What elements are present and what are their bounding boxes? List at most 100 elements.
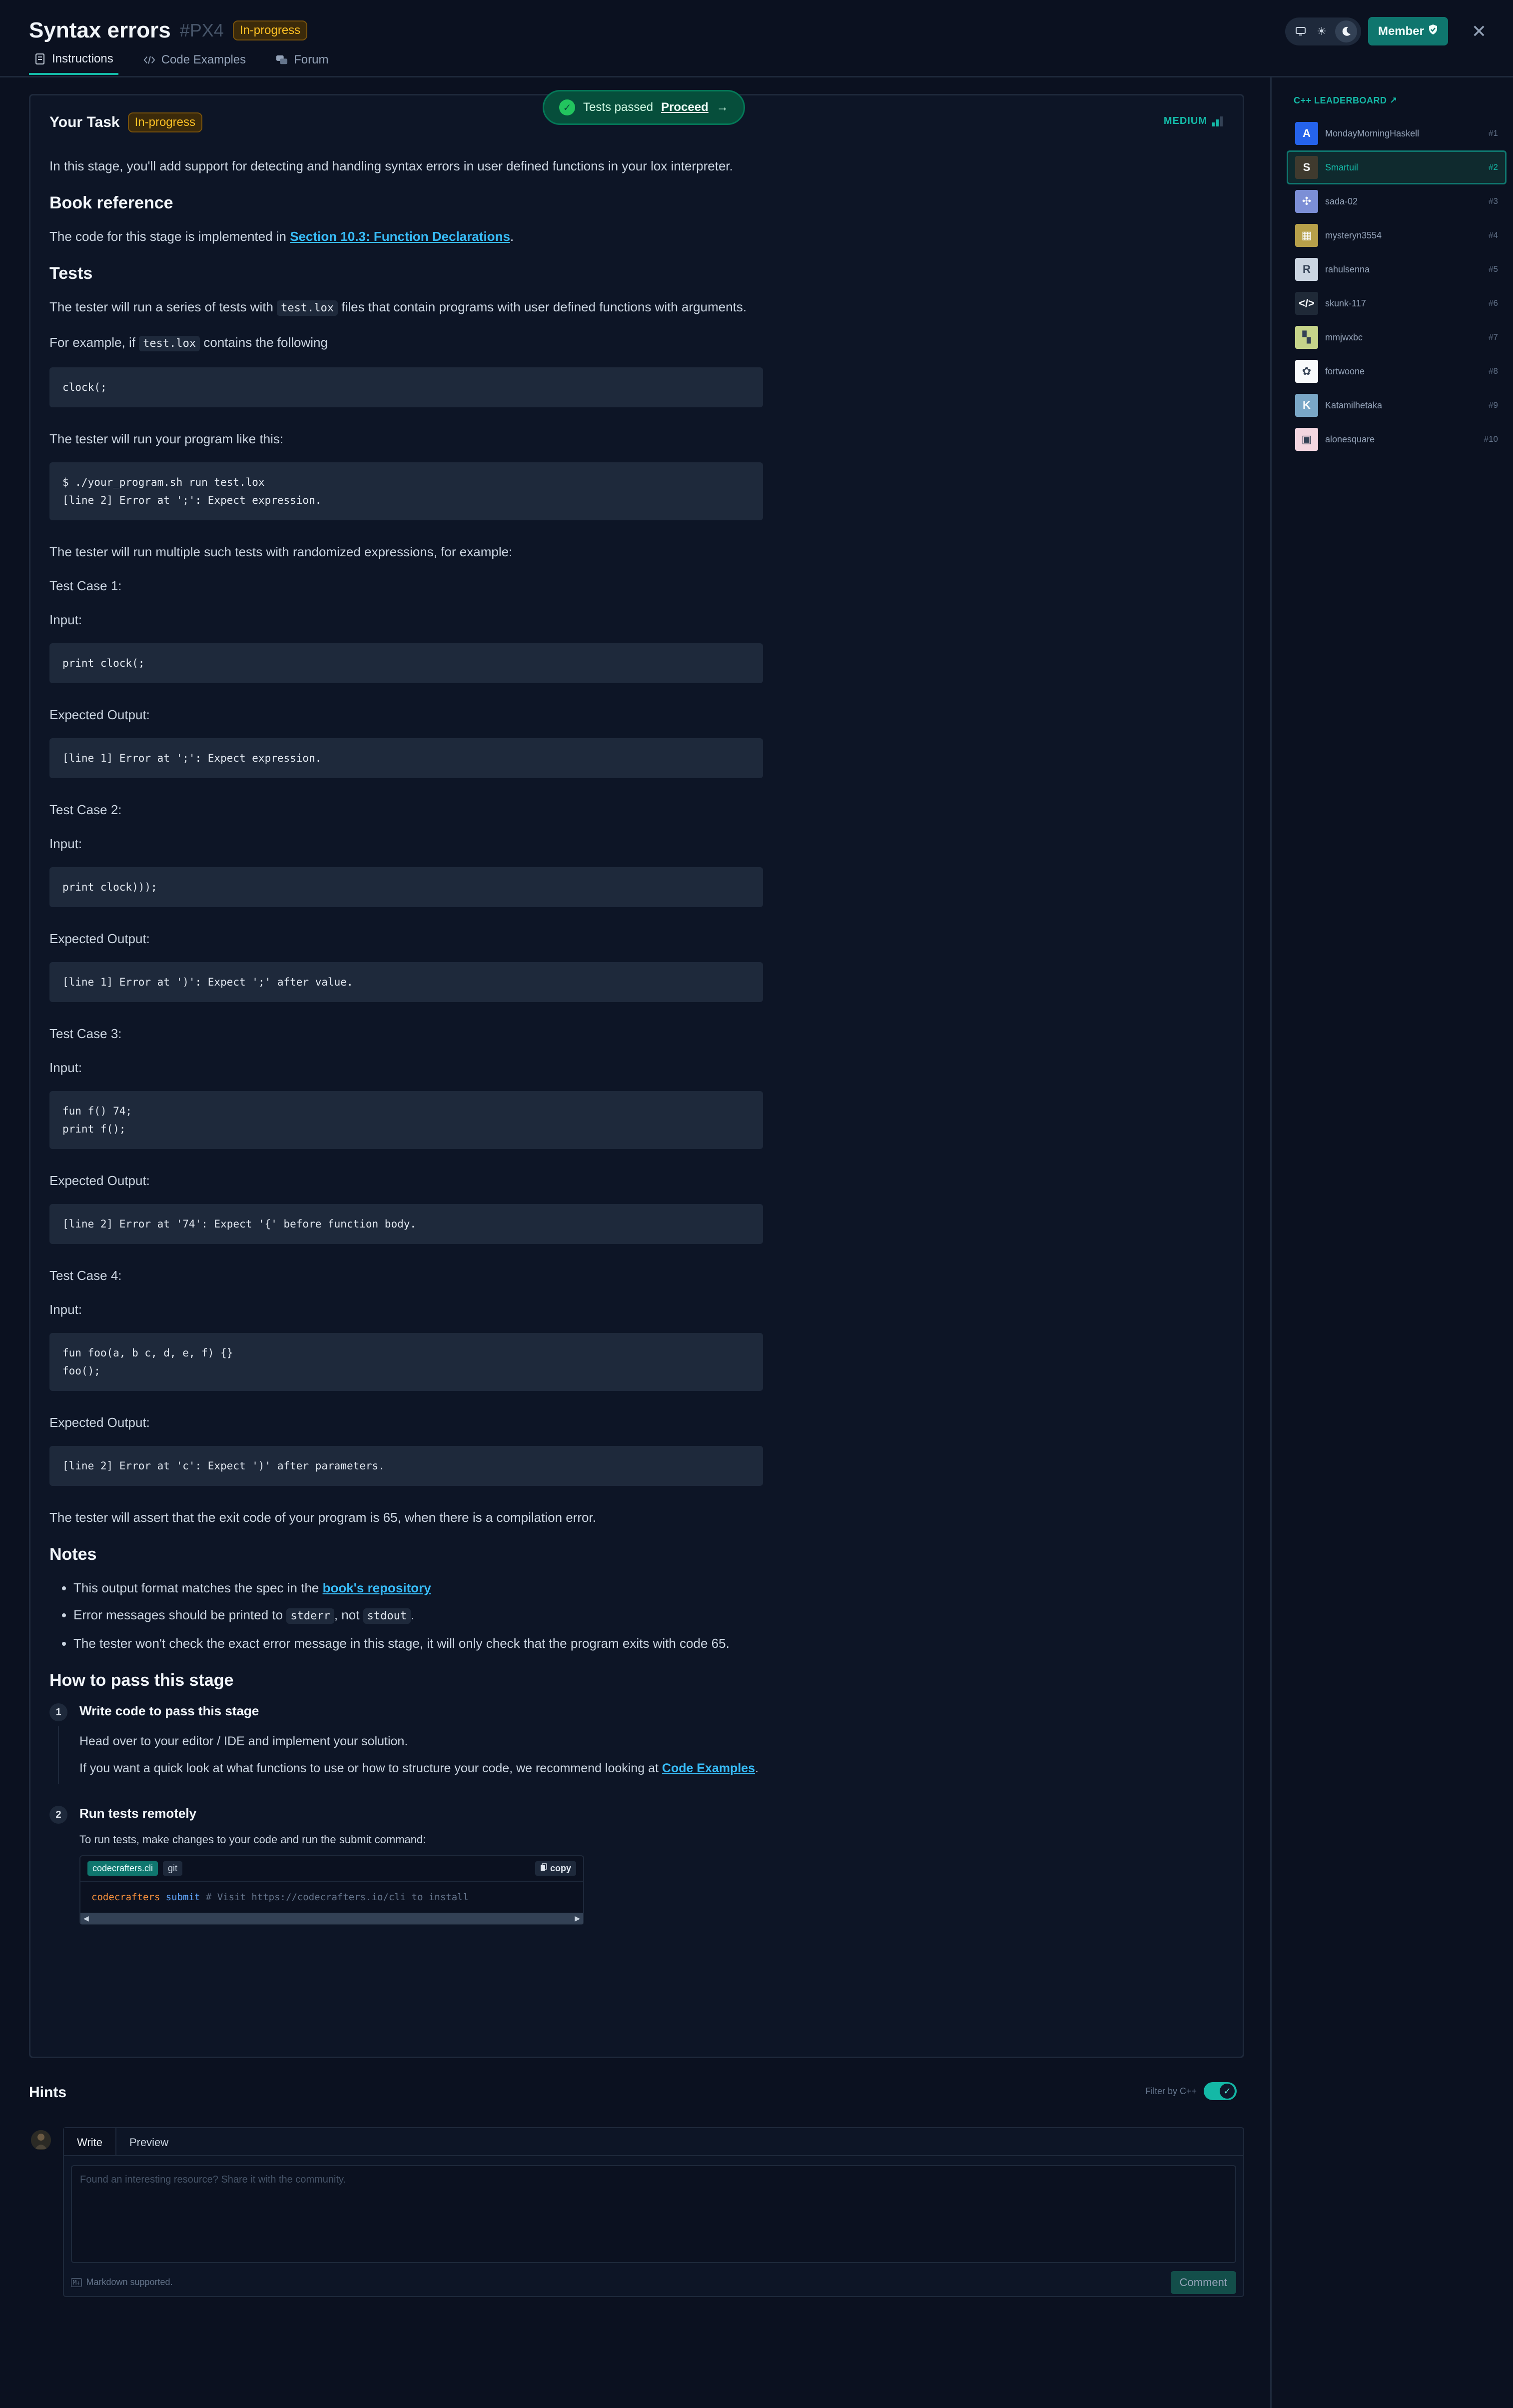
filter-toggle: Filter by C++ — [1145, 2082, 1237, 2100]
inline-code: test.lox — [277, 300, 338, 316]
avatar: A — [1295, 122, 1318, 145]
text-segment: The code for this stage is implemented i… — [49, 229, 290, 244]
leaderboard-row[interactable]: Rrahulsenna #5 — [1287, 252, 1507, 286]
leaderboard-row[interactable]: ✿ fortwoone #8 — [1287, 354, 1507, 388]
markdown-note: M↓ Markdown supported. — [71, 2277, 173, 2288]
monitor-icon[interactable] — [1293, 24, 1308, 39]
inline-code: stdout — [363, 1608, 411, 1624]
leaderboard-row[interactable]: </> skunk-117 #6 — [1287, 286, 1507, 320]
leaderboard-row[interactable]: S Smartuil #2 — [1287, 150, 1507, 184]
input-label: Input: — [49, 836, 82, 851]
leaderboard-row[interactable]: ✣ sada-02 #3 — [1287, 184, 1507, 218]
test-output-block: [line 1] Error at ')': Expect ';' after … — [49, 962, 763, 1002]
leaderboard-row[interactable]: A MondayMorningHaskell #1 — [1287, 116, 1507, 150]
tab-label: Forum — [294, 53, 329, 66]
leaderboard-username: alonesquare — [1325, 434, 1375, 444]
leaderboard-rank: #9 — [1489, 400, 1498, 410]
filter-switch[interactable] — [1204, 2082, 1237, 2100]
intro-text: In this stage, you'll add support for de… — [49, 158, 733, 173]
step-number: 2 — [49, 1806, 67, 1824]
hints-heading: Hints — [29, 2084, 66, 2101]
copy-label: copy — [550, 1863, 571, 1873]
text-segment: . — [510, 229, 514, 244]
step-2: 2 Run tests remotely To run tests, make … — [49, 1806, 774, 1925]
comment-button[interactable]: Comment — [1170, 2271, 1236, 2294]
list-item: Error messages should be printed to stde… — [73, 1604, 774, 1627]
title-row: Syntax errors #PX4 In-progress — [29, 18, 308, 43]
document-icon — [34, 53, 46, 65]
tab-codecrafters-cli[interactable]: codecrafters.cli — [87, 1861, 158, 1876]
horizontal-scrollbar[interactable]: ◀ ▶ — [80, 1913, 583, 1924]
text-segment: , not — [334, 1607, 363, 1622]
book-repository-link[interactable]: book's repository — [323, 1580, 431, 1595]
leaderboard-rank: #4 — [1489, 230, 1498, 240]
tab-write[interactable]: Write — [64, 2128, 116, 2155]
leaderboard-rank: #1 — [1489, 128, 1498, 138]
leaderboard-rank: #8 — [1489, 366, 1498, 376]
submit-command-box: codecrafters.cli git copy codecrafters s… — [79, 1855, 584, 1925]
member-button[interactable]: Member — [1368, 17, 1448, 45]
test-output-block: [line 2] Error at 'c': Expect ')' after … — [49, 1446, 763, 1486]
run-code-block: $ ./your_program.sh run test.lox [line 2… — [49, 462, 763, 520]
tab-label: Code Examples — [161, 53, 246, 66]
markdown-note-text: Markdown supported. — [86, 2277, 173, 2287]
inline-code: stderr — [286, 1608, 334, 1624]
tab-code-examples[interactable]: Code Examples — [138, 52, 251, 75]
expected-label: Expected Output: — [49, 1415, 150, 1430]
leaderboard-rank: #7 — [1489, 332, 1498, 342]
leaderboard-row[interactable]: K Katamilhetaka #9 — [1287, 388, 1507, 422]
avatar: R — [1295, 258, 1318, 281]
member-label: Member — [1378, 24, 1424, 38]
scroll-right-icon[interactable]: ▶ — [575, 1914, 580, 1923]
leaderboard-row[interactable]: ▦ mysteryn3554 #4 — [1287, 218, 1507, 252]
text-segment: . — [411, 1607, 415, 1622]
leaderboard-row[interactable]: ▚ mmjwxbc #7 — [1287, 320, 1507, 354]
step-title: Run tests remotely — [79, 1806, 197, 1821]
leaderboard-username: sada-02 — [1325, 196, 1358, 206]
moon-icon[interactable] — [1335, 20, 1357, 42]
leaderboard-username: mmjwxbc — [1325, 332, 1363, 342]
header-actions: ☀ Member ✕ — [1285, 17, 1493, 45]
leaderboard-row[interactable]: ▣ alonesquare #10 — [1287, 422, 1507, 456]
command-token: codecrafters — [91, 1892, 160, 1903]
tests-paragraph-1: The tester will run a series of tests wi… — [49, 296, 774, 319]
inline-code: test.lox — [139, 336, 200, 351]
submit-command: codecrafters submit # Visit https://code… — [80, 1882, 583, 1913]
leaderboard-username: fortwoone — [1325, 366, 1365, 376]
tab-instructions[interactable]: Instructions — [29, 52, 118, 75]
book-reference-heading: Book reference — [49, 193, 173, 212]
avatar: ▚ — [1295, 326, 1318, 349]
difficulty-label: MEDIUM — [1163, 115, 1207, 126]
leaderboard-rank: #2 — [1489, 162, 1498, 172]
difficulty-bars-icon — [1212, 116, 1223, 126]
sun-icon[interactable]: ☀ — [1314, 24, 1329, 39]
copy-button[interactable]: copy — [535, 1861, 576, 1876]
proceed-link[interactable]: Proceed — [661, 100, 709, 114]
avatar: ▦ — [1295, 224, 1318, 247]
toast-text: Tests passed — [583, 100, 654, 114]
arrow-right-icon[interactable]: → — [717, 100, 729, 114]
page: Syntax errors #PX4 In-progress Instructi… — [0, 0, 1513, 2408]
text-segment: The tester will run a series of tests wi… — [49, 299, 277, 314]
status-badge: In-progress — [232, 20, 308, 40]
input-label: Input: — [49, 1060, 82, 1075]
scroll-left-icon[interactable]: ◀ — [83, 1914, 89, 1923]
close-icon[interactable]: ✕ — [1465, 17, 1493, 45]
leaderboard-title[interactable]: C++ LEADERBOARD ↗ — [1294, 95, 1398, 106]
tab-preview[interactable]: Preview — [116, 2128, 181, 2155]
task-header: Your Task In-progress — [49, 112, 202, 132]
comment-input[interactable] — [71, 2165, 1236, 2263]
leaderboard-username: MondayMorningHaskell — [1325, 128, 1420, 138]
code-examples-link[interactable]: Code Examples — [662, 1761, 755, 1775]
theme-toggle[interactable]: ☀ — [1285, 17, 1361, 45]
test-case-title: Test Case 1: — [49, 578, 122, 593]
book-section-link[interactable]: Section 10.3: Function Declarations — [290, 229, 510, 244]
step-text: If you want a quick look at what functio… — [79, 1758, 774, 1779]
run-text: The tester will run your program like th… — [49, 431, 284, 446]
tab-git[interactable]: git — [163, 1861, 183, 1876]
stage-code: #PX4 — [179, 20, 224, 40]
list-item: This output format matches the spec in t… — [73, 1577, 774, 1598]
tab-forum[interactable]: Forum — [271, 52, 333, 75]
text-segment: files that contain programs with user de… — [338, 299, 747, 314]
command-comment: # Visit https://codecrafters.io/cli to i… — [205, 1892, 469, 1903]
